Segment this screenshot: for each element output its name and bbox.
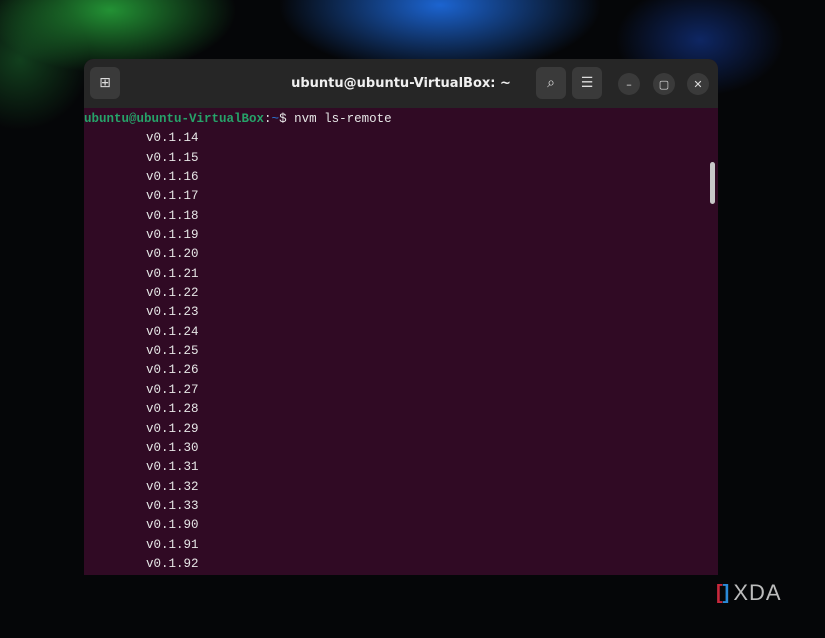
menu-button[interactable]: ☰ (572, 67, 602, 99)
version-line: v0.1.24 (146, 324, 199, 339)
version-line: v0.1.28 (146, 402, 199, 417)
version-line: v0.1.14 (146, 131, 199, 146)
prompt-symbol: $ (279, 112, 287, 126)
terminal-window: ⊞ ubuntu@ubuntu-VirtualBox: ~ ⌕ ☰ – ▢ ✕ … (84, 59, 718, 575)
scrollbar[interactable] (710, 162, 715, 204)
minimize-icon: – (626, 77, 632, 91)
version-line: v0.1.19 (146, 228, 199, 243)
version-line: v0.1.18 (146, 208, 199, 223)
maximize-icon: ▢ (658, 77, 670, 91)
version-line: v0.1.20 (146, 247, 199, 262)
maximize-button[interactable]: ▢ (653, 73, 675, 95)
close-button[interactable]: ✕ (687, 73, 709, 95)
version-line: v0.1.91 (146, 537, 199, 552)
version-line: v0.1.90 (146, 518, 199, 533)
prompt-separator: : (264, 112, 272, 126)
version-line: v0.1.16 (146, 170, 199, 185)
close-icon: ✕ (693, 77, 703, 91)
version-line: v0.1.29 (146, 421, 199, 436)
version-line: v0.1.30 (146, 440, 199, 455)
version-line: v0.1.31 (146, 460, 199, 475)
watermark-text: XDA (733, 580, 782, 605)
version-line: v0.1.23 (146, 305, 199, 320)
xda-watermark: [] XDA (716, 580, 782, 605)
version-line: v0.1.21 (146, 266, 199, 281)
version-line: v0.1.33 (146, 498, 199, 513)
version-line: v0.1.17 (146, 189, 199, 204)
prompt-path: ~ (271, 112, 280, 126)
terminal-output[interactable]: ubuntu@ubuntu-VirtualBox:~$ nvm ls-remot… (84, 108, 718, 575)
prompt-user-host: ubuntu@ubuntu-VirtualBox (84, 112, 265, 126)
command-text: nvm ls-remote (286, 112, 392, 126)
version-line: v0.1.15 (146, 150, 199, 165)
version-line: v0.1.22 (146, 286, 199, 301)
version-line: v0.1.92 (146, 556, 199, 571)
version-line: v0.1.26 (146, 363, 199, 378)
title-bar: ⊞ ubuntu@ubuntu-VirtualBox: ~ ⌕ ☰ – ▢ ✕ (84, 59, 718, 108)
search-icon: ⌕ (547, 75, 555, 91)
hamburger-icon: ☰ (580, 75, 594, 91)
version-line: v0.1.32 (146, 479, 199, 494)
prompt-line: ubuntu@ubuntu-VirtualBox:~$ nvm ls-remot… (84, 110, 718, 129)
version-line: v0.1.25 (146, 344, 199, 359)
version-line: v0.1.27 (146, 382, 199, 397)
minimize-button[interactable]: – (618, 73, 640, 95)
search-button[interactable]: ⌕ (536, 67, 566, 99)
